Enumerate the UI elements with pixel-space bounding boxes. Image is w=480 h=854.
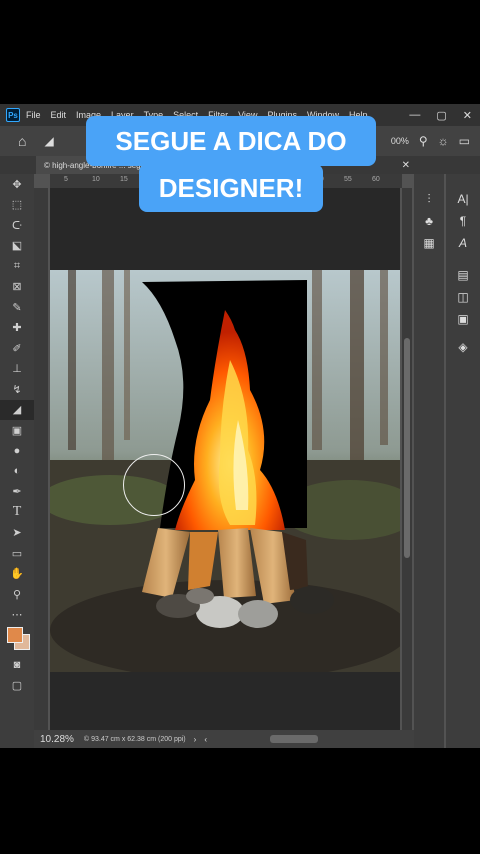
learn-icon[interactable]: ◫	[446, 286, 480, 308]
swatches-icon[interactable]: ▦	[414, 232, 444, 254]
menu-file[interactable]: File	[26, 110, 41, 120]
bonfire-photo[interactable]	[50, 270, 400, 672]
history-brush-icon[interactable]: ↯	[0, 379, 34, 400]
vertical-scrollbar[interactable]	[402, 188, 412, 736]
caption-line-1: SEGUE A DICA DO	[86, 116, 376, 166]
type-icon[interactable]: T	[0, 502, 34, 523]
more-icon[interactable]: ⋯	[0, 605, 34, 626]
photoshop-logo: Ps	[6, 108, 20, 122]
lasso-icon[interactable]: ᑢ	[0, 215, 34, 236]
screen-mode-icon[interactable]: ▢	[0, 676, 34, 697]
brightness-icon[interactable]: ☼	[438, 134, 449, 148]
maximize-icon[interactable]: ▢	[436, 109, 446, 122]
caption-overlay: SEGUE A DICA DO DESIGNER!	[86, 116, 376, 214]
quick-mask-icon[interactable]: ◙	[0, 655, 34, 676]
tools-panel: ✥ ⬚ ᑢ ⬕ ⌗ ⊠ ✎ ✚ ✐ ⊥ ↯ ◢ ▣ ● ◐ ✒ T ➤ ▭ ✋ …	[0, 174, 34, 748]
status-bar: 10.28% © 93.47 cm x 62.38 cm (200 ppi) ›…	[34, 730, 414, 748]
options-right: 00% ⚲ ☼ ▭	[391, 134, 470, 148]
dodge-icon[interactable]: ◐	[0, 461, 34, 482]
layers-icon[interactable]: ◈	[446, 336, 480, 358]
panel-dock-right: A| ¶ A ▤ ◫ ▣ ◈	[446, 174, 480, 748]
status-menu-arrow-icon[interactable]: ›	[194, 735, 197, 744]
close-icon[interactable]: ✕	[463, 109, 472, 122]
zoom-field[interactable]: 00%	[391, 136, 409, 146]
caption-line-2: DESIGNER!	[139, 164, 323, 212]
hand-icon[interactable]: ✋	[0, 564, 34, 585]
marquee-icon[interactable]: ⬚	[0, 195, 34, 216]
paragraph-icon[interactable]: ¶	[446, 210, 480, 232]
stamp-icon[interactable]: ⊥	[0, 359, 34, 380]
workspace-icon[interactable]: ▭	[459, 134, 470, 148]
vertical-scroll-thumb[interactable]	[404, 338, 410, 558]
scroll-left-icon[interactable]: ‹	[204, 735, 207, 744]
character-icon[interactable]: A|	[446, 188, 480, 210]
rectangle-icon[interactable]: ▭	[0, 543, 34, 564]
document-canvas[interactable]	[50, 188, 400, 738]
color-swatches	[0, 625, 34, 655]
minimize-icon[interactable]: —	[409, 109, 420, 121]
window-controls: — ▢ ✕	[409, 104, 472, 126]
search-icon[interactable]: ⚲	[419, 134, 428, 148]
object-select-icon[interactable]: ⬕	[0, 236, 34, 257]
zoom-icon[interactable]: ⚲	[0, 584, 34, 605]
path-select-icon[interactable]: ➤	[0, 523, 34, 544]
menu-edit[interactable]: Edit	[51, 110, 67, 120]
properties-icon[interactable]: ▣	[446, 308, 480, 330]
healing-icon[interactable]: ✚	[0, 318, 34, 339]
eraser-icon[interactable]: ◢	[0, 399, 34, 420]
document-size: 93.47 cm x 62.38 cm (200 ppi)	[91, 735, 186, 743]
panel-dock-left: ⫶ ♣ ▦	[414, 174, 444, 748]
pen-icon[interactable]: ✒	[0, 482, 34, 503]
styles-icon[interactable]: ♣	[414, 210, 444, 232]
eyedropper-icon[interactable]: ✎	[0, 297, 34, 318]
ruler-tick: 5	[64, 176, 68, 183]
glyphs-icon[interactable]: A	[446, 232, 480, 254]
ruler-vertical	[34, 188, 48, 738]
close-tab-icon[interactable]: ✕	[402, 160, 410, 171]
horizontal-scroll-thumb[interactable]	[270, 735, 318, 743]
move-icon[interactable]: ✥	[0, 174, 34, 195]
libraries-icon[interactable]: ▤	[446, 264, 480, 286]
blur-icon[interactable]: ●	[0, 441, 34, 462]
document-info-icon: ©	[83, 735, 90, 743]
brush-icon[interactable]: ✐	[0, 338, 34, 359]
zoom-level[interactable]: 10.28%	[40, 734, 74, 745]
adjustments-icon[interactable]: ⫶	[414, 188, 444, 210]
foreground-color-swatch[interactable]	[7, 627, 23, 643]
eraser-preset-icon[interactable]: ◢	[44, 134, 53, 148]
home-icon[interactable]: ⌂	[18, 133, 26, 149]
crop-icon[interactable]: ⌗	[0, 256, 34, 277]
gradient-icon[interactable]: ▣	[0, 420, 34, 441]
frame-icon[interactable]: ⊠	[0, 277, 34, 298]
bonfire-image	[50, 270, 400, 672]
eraser-brush-cursor	[123, 454, 185, 516]
